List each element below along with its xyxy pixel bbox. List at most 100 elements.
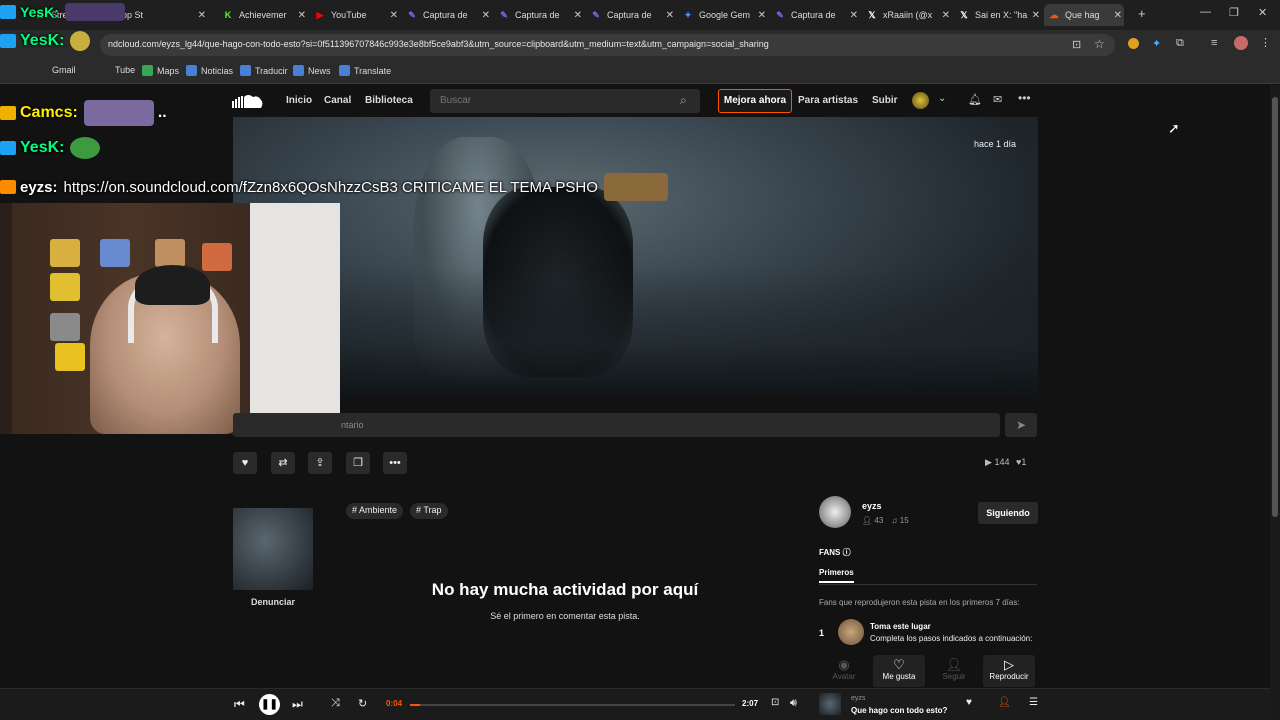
chat-line: YesK: <box>0 137 101 159</box>
artist-avatar[interactable] <box>819 496 851 528</box>
repost-button[interactable]: ⇄ <box>271 452 295 474</box>
bookmark-noticias[interactable]: Noticias <box>186 65 233 76</box>
bookmark-traducir[interactable]: Traducir <box>240 65 288 76</box>
player-artwork[interactable] <box>819 693 841 715</box>
artist-name[interactable]: eyzs <box>862 501 882 511</box>
browser-tab[interactable]: ▶ YouTube ✕ <box>310 4 400 26</box>
fan-action-play[interactable]: ▷ Reproducir <box>983 655 1035 687</box>
extension-icon[interactable] <box>1128 38 1139 49</box>
fans-title-text: FANS <box>819 548 841 557</box>
bookmark-translate[interactable]: Translate <box>339 65 391 76</box>
comment-placeholder: ntario <box>341 420 364 430</box>
page-scrollbar[interactable] <box>1270 85 1280 720</box>
browser-tab[interactable]: ✎ Captura de ✕ <box>494 4 584 26</box>
maximize-icon[interactable]: ❐ <box>1229 6 1239 19</box>
chevron-down-icon[interactable]: ⌄ <box>938 93 946 104</box>
bookmark-gmail[interactable]: Gmail <box>52 65 76 75</box>
close-tab-icon[interactable]: ✕ <box>198 10 206 21</box>
browser-tab[interactable]: 𝕏 Sai en X: "ha ✕ <box>954 4 1042 26</box>
close-tab-icon[interactable]: ✕ <box>298 10 306 21</box>
bookmark-star-icon[interactable]: ☆ <box>1094 37 1105 51</box>
share-button[interactable]: ⇪ <box>308 452 332 474</box>
bookmark-youtube[interactable]: Tube <box>115 65 135 75</box>
browser-tab[interactable]: 𝕏xRaaiin (@x ✕ <box>862 4 952 26</box>
browser-tab[interactable]: ✎ Captura de ✕ <box>586 4 676 26</box>
track-stats: ▶ 144 ♥1 <box>985 457 1026 468</box>
media-control-icon[interactable]: ≡ <box>1211 37 1217 49</box>
messages-icon[interactable]: ✉ <box>993 93 1002 106</box>
new-tab-icon[interactable]: + <box>1138 6 1146 21</box>
tag-ambient[interactable]: # Ambiente <box>346 503 404 519</box>
close-window-icon[interactable]: ✕ <box>1258 6 1267 19</box>
follow-button[interactable]: Siguiendo <box>978 502 1038 524</box>
close-tab-icon[interactable]: ✕ <box>942 10 950 21</box>
search-icon[interactable]: ⌕ <box>680 93 687 108</box>
copy-link-button[interactable]: ❐ <box>346 452 370 474</box>
close-tab-icon[interactable]: ✕ <box>850 10 858 21</box>
bookmark-news[interactable]: News <box>293 65 331 76</box>
bookmark-maps[interactable]: Maps <box>142 65 179 76</box>
extensions-puzzle-icon[interactable]: ⧉ <box>1176 37 1184 50</box>
upload-link[interactable]: Subir <box>872 95 898 106</box>
pause-button[interactable]: ❚❚ <box>259 694 280 715</box>
browser-tab[interactable]: K Achievemer ✕ <box>218 4 308 26</box>
search-input[interactable] <box>430 89 670 112</box>
bookmark-label: Tube <box>115 65 136 75</box>
player-like-icon[interactable]: ♥ <box>966 697 972 708</box>
install-app-icon[interactable]: ⊡ <box>1072 38 1081 51</box>
queue-icon[interactable]: ☰ <box>1029 697 1038 708</box>
for-artists-link[interactable]: Para artistas <box>798 95 858 106</box>
tag-trap[interactable]: # Trap <box>410 503 448 519</box>
soundcloud-logo-icon[interactable] <box>232 93 264 109</box>
scrollbar-thumb[interactable] <box>1272 97 1278 517</box>
info-icon[interactable]: ⓘ <box>843 548 851 557</box>
next-track-icon[interactable]: ⏭ <box>292 697 303 712</box>
profile-avatar[interactable] <box>1234 36 1248 50</box>
tab-first-fans[interactable]: Primeros <box>819 568 854 583</box>
progress-bar[interactable] <box>410 704 735 706</box>
player-follow-icon[interactable]: 👤︎ <box>998 697 1011 708</box>
nav-home[interactable]: Inicio <box>286 95 312 106</box>
more-menu-icon[interactable]: ••• <box>1018 91 1031 105</box>
fan-action-label: Seguir <box>942 672 966 681</box>
tab-label: xRaaiin (@x <box>883 10 933 20</box>
close-tab-icon[interactable]: ✕ <box>666 10 674 21</box>
volume-icon[interactable]: 🔊︎ <box>790 697 797 710</box>
comment-input[interactable]: ntario <box>233 413 1000 437</box>
report-link[interactable]: Denunciar <box>233 597 313 607</box>
user-avatar[interactable] <box>912 92 929 109</box>
minimize-icon[interactable]: — <box>1200 6 1211 18</box>
close-tab-icon[interactable]: ✕ <box>482 10 490 21</box>
close-tab-icon[interactable]: ✕ <box>1032 10 1040 21</box>
chat-text: .. <box>157 104 167 121</box>
extension-icon[interactable]: ✦ <box>1152 37 1161 50</box>
track-thumbnail[interactable] <box>233 508 313 590</box>
close-tab-icon[interactable]: ✕ <box>1114 10 1122 21</box>
close-tab-icon[interactable]: ✕ <box>574 10 582 21</box>
tab-label: Captura de <box>423 10 468 20</box>
url-field[interactable]: ndcloud.com/eyzs_lg44/que-hago-con-todo-… <box>100 34 1115 56</box>
upgrade-button[interactable]: Mejora ahora <box>718 89 792 113</box>
more-actions-button[interactable]: ••• <box>383 452 407 474</box>
fan-action-like[interactable]: ♡ Me gusta <box>873 655 925 687</box>
send-comment-button[interactable]: ➤ <box>1005 413 1037 437</box>
like-button[interactable]: ♥ <box>233 452 257 474</box>
browser-menu-icon[interactable]: ⋮ <box>1260 36 1271 49</box>
nav-feed[interactable]: Canal <box>324 95 351 106</box>
share-icon: ⇪ <box>315 457 325 469</box>
browser-tab[interactable]: ✦ Google Gem ✕ <box>678 4 768 26</box>
nav-library[interactable]: Biblioteca <box>365 95 413 106</box>
close-tab-icon[interactable]: ✕ <box>390 10 398 21</box>
browser-tab[interactable]: ✎ Captura de ✕ <box>402 4 492 26</box>
shuffle-icon[interactable]: ⤨ <box>331 697 340 710</box>
cast-icon[interactable]: ⊡ <box>771 697 779 708</box>
close-tab-icon[interactable]: ✕ <box>758 10 766 21</box>
notifications-bell-icon[interactable]: 🔔︎ <box>968 93 982 106</box>
player-title[interactable]: Que hago con todo esto? <box>851 706 947 715</box>
player-artist[interactable]: eyzs <box>851 695 865 702</box>
browser-tab[interactable]: ✎ Captura de ✕ <box>770 4 860 26</box>
previous-track-icon[interactable]: ⏮ <box>234 697 245 712</box>
repeat-icon[interactable]: ↻ <box>358 697 367 710</box>
like-count: 1 <box>1021 457 1027 467</box>
browser-tab[interactable]: ☁ Que hag ✕ <box>1044 4 1124 26</box>
